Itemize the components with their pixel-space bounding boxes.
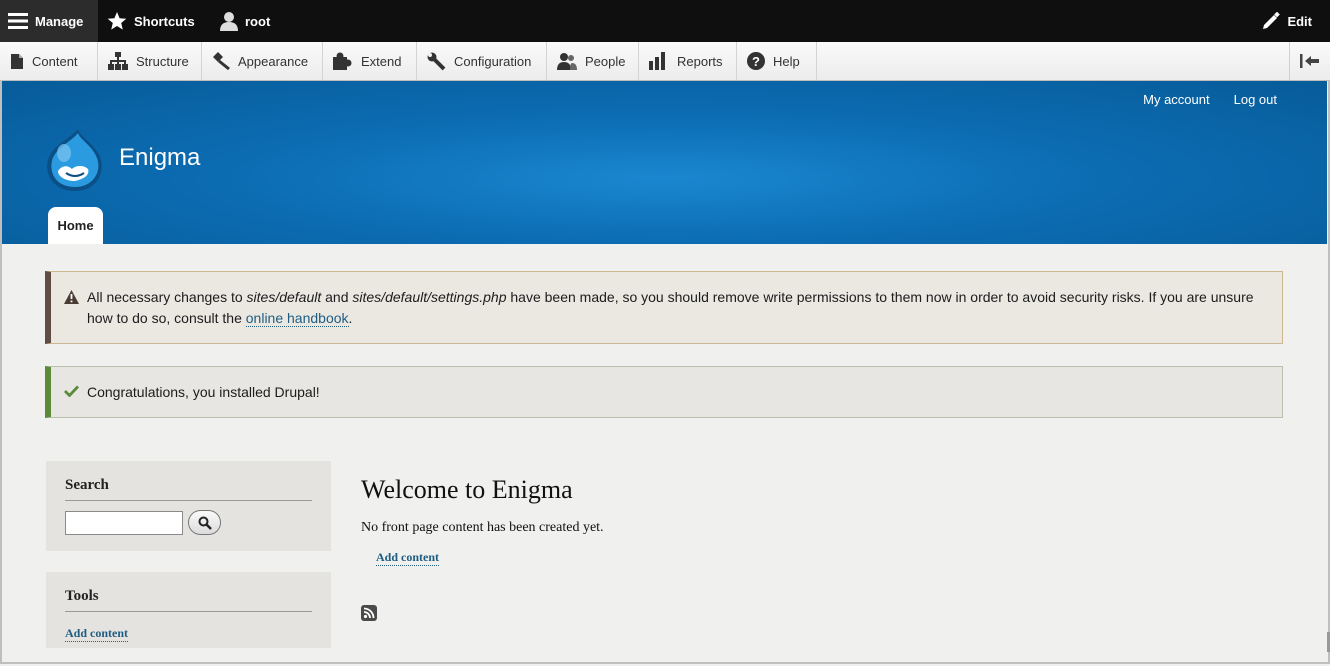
search-form (65, 510, 312, 535)
drupal-logo-icon[interactable] (44, 127, 106, 198)
edit-button[interactable]: Edit (1262, 0, 1312, 42)
file-icon (11, 53, 23, 69)
puzzle-icon (333, 52, 352, 70)
tools-add-content-link[interactable]: Add content (65, 626, 129, 642)
manage-label: Manage (35, 13, 84, 29)
tray-item-people[interactable]: People (547, 42, 639, 80)
menu-icon (8, 13, 28, 29)
warning-icon (64, 290, 79, 304)
tray-item-configuration[interactable]: Configuration (417, 42, 547, 80)
tray-label-reports: Reports (677, 53, 723, 69)
rss-feed-icon[interactable] (361, 605, 377, 621)
shortcuts-button[interactable]: Shortcuts (107, 0, 195, 42)
search-icon (198, 516, 212, 530)
tools-block: Tools Add content (46, 572, 331, 648)
wrench-icon (427, 52, 446, 70)
help-icon: ? (747, 52, 765, 70)
warning-path-default: sites/default (246, 289, 322, 305)
tray-item-structure[interactable]: Structure (98, 42, 202, 80)
search-button[interactable] (188, 510, 221, 535)
manage-button[interactable]: Manage (0, 0, 98, 42)
tray-label-people: People (585, 53, 626, 69)
svg-text:?: ? (752, 54, 760, 69)
secondary-menu: My account Log out (1143, 92, 1277, 107)
tray-label-structure: Structure (136, 53, 189, 69)
bar-chart-icon (649, 52, 665, 70)
user-label: root (245, 13, 271, 29)
checkmark-icon (64, 385, 79, 397)
warning-text-part: All necessary changes to (87, 289, 247, 305)
edit-label: Edit (1287, 13, 1312, 29)
star-icon (107, 12, 127, 30)
front-page-text: No front page content has been created y… (361, 520, 604, 535)
tray-item-reports[interactable]: Reports (639, 42, 737, 80)
admin-toolbar: Manage Shortcuts root Edit (0, 0, 1330, 42)
tray-item-appearance[interactable]: Appearance (202, 42, 323, 80)
add-content-link[interactable]: Add content (376, 550, 440, 566)
search-block-title: Search (65, 461, 312, 501)
user-icon (220, 12, 238, 31)
warning-path-settings: sites/default/settings.php (352, 289, 507, 305)
site-header: My account Log out Enigma Home (2, 81, 1327, 244)
tray-label-content: Content (32, 53, 78, 69)
collapse-tray-button[interactable] (1289, 42, 1330, 80)
tray-item-content[interactable]: Content (0, 42, 98, 80)
collapse-left-icon (1300, 54, 1319, 68)
tray-label-appearance: Appearance (238, 53, 309, 69)
warning-text-part: . (348, 310, 353, 326)
user-button[interactable]: root (220, 0, 270, 42)
tab-home[interactable]: Home (48, 207, 103, 244)
pencil-icon (1263, 12, 1281, 29)
page-title: Welcome to Enigma (361, 475, 573, 504)
tray-label-help: Help (773, 53, 800, 69)
my-account-link[interactable]: My account (1143, 92, 1209, 107)
search-block: Search (46, 461, 331, 551)
sitemap-icon (108, 52, 128, 70)
shortcuts-label: Shortcuts (134, 13, 195, 29)
admin-tray: Content Structure Appearance Extend Conf… (0, 42, 1330, 81)
status-message: Congratulations, you installed Drupal! (45, 366, 1283, 418)
search-input[interactable] (65, 510, 183, 535)
tools-block-title: Tools (65, 572, 312, 612)
warning-text-part: and (321, 289, 353, 305)
tray-item-help[interactable]: ? Help (737, 42, 817, 80)
status-text: Congratulations, you installed Drupal! (87, 384, 320, 400)
tray-label-configuration: Configuration (454, 53, 532, 69)
tray-label-extend: Extend (361, 53, 402, 69)
site-name[interactable]: Enigma (119, 144, 200, 172)
online-handbook-link[interactable]: online handbook (245, 310, 349, 327)
log-out-link[interactable]: Log out (1234, 92, 1277, 107)
people-icon (557, 53, 577, 70)
warning-text: All necessary changes to sites/default a… (87, 287, 1264, 329)
tray-item-extend[interactable]: Extend (323, 42, 417, 80)
warning-message: All necessary changes to sites/default a… (45, 271, 1283, 344)
paintbrush-icon (213, 52, 230, 70)
